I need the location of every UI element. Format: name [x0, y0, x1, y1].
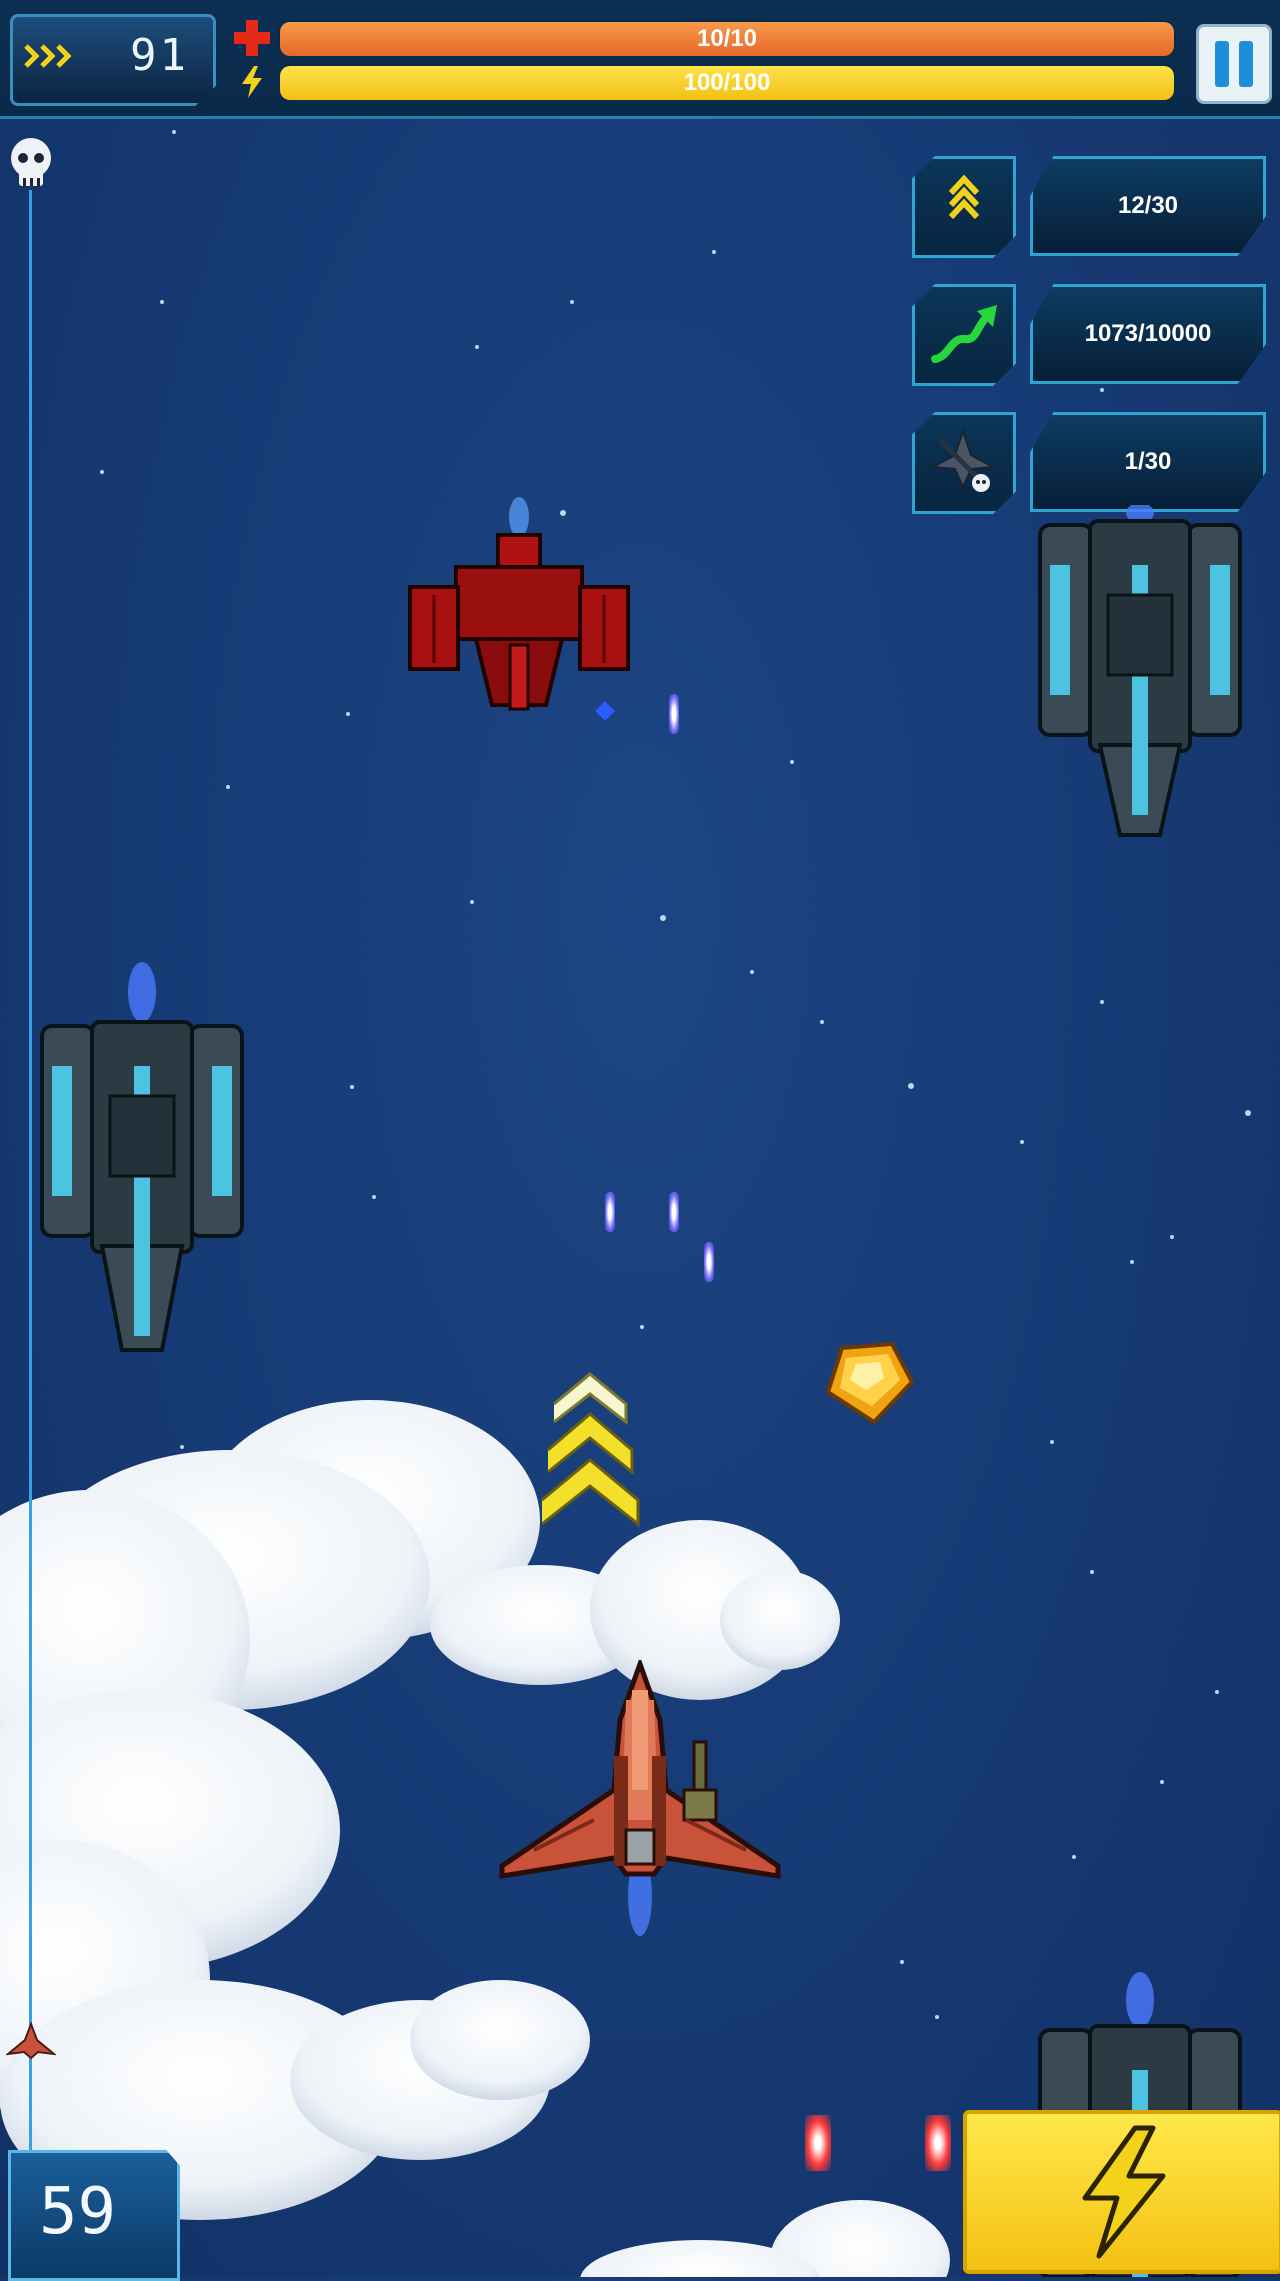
gold-gem: [825, 1341, 914, 1425]
mission-score-icon-tile: [912, 284, 1016, 386]
growth-arrow-icon: [931, 305, 997, 363]
level-progress-line: [29, 190, 32, 2150]
speed-value: 91: [130, 30, 189, 81]
player-bullet: [605, 1192, 615, 1232]
enemy-bullet: [805, 2115, 831, 2171]
pause-icon: [1215, 41, 1229, 87]
health-cross-icon: [234, 20, 270, 61]
player-ship-marker-icon: [4, 2021, 58, 2062]
mission-kills-icon-tile: [912, 412, 1016, 514]
speed-chevrons-icon: [22, 42, 78, 75]
kill-count-value: 59: [39, 2175, 117, 2249]
energy-bolt-icon: [240, 66, 264, 103]
mission-score-progress: 1073/10000: [1030, 284, 1266, 384]
energy-label: 100/100: [683, 69, 771, 96]
red-gunship: [408, 497, 630, 711]
health-bar: 10/10: [278, 20, 1176, 58]
player-bullet: [704, 1242, 714, 1282]
pause-button[interactable]: [1196, 24, 1272, 104]
lightning-icon: [1082, 2125, 1166, 2259]
mission-rank-progress: 12/30: [1030, 156, 1266, 256]
player-fighter-ship: [499, 1660, 781, 1936]
skull-icon: [8, 136, 54, 192]
player-bullet: [669, 694, 679, 734]
teal-cruiser: [40, 962, 244, 1352]
destroyed-ship-icon: [929, 427, 997, 492]
mission-kills-progress: 1/30: [1030, 412, 1266, 512]
player-bullet: [669, 1192, 679, 1232]
teal-cruiser: [1038, 505, 1242, 837]
mission-rank-icon-tile: [912, 156, 1016, 258]
rank-chevrons-icon: [948, 174, 980, 220]
special-attack-button[interactable]: [963, 2110, 1280, 2274]
health-label: 10/10: [696, 25, 758, 52]
kill-counter: 59: [8, 2150, 180, 2281]
rank-up-chevrons: [541, 1372, 640, 1528]
energy-bar: 100/100: [278, 64, 1176, 102]
enemy-bullet: [925, 2115, 951, 2171]
